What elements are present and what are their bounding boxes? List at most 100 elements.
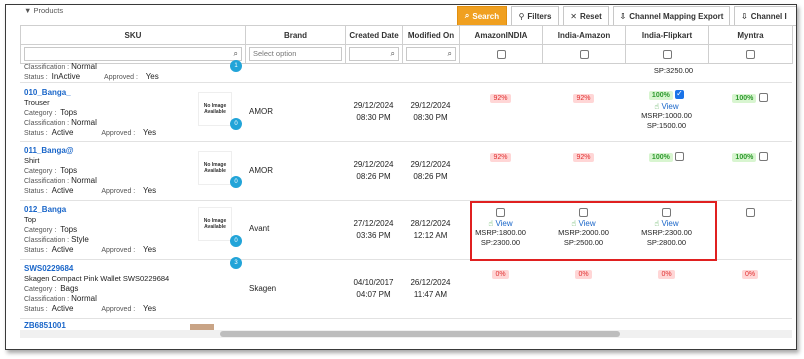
export-icon: ⇩ [619, 11, 627, 21]
search-button[interactable]: ⌕ Search [457, 6, 507, 26]
msrp-value: MSRP:1000.00 [641, 111, 692, 120]
classification-line: Classification : Normal [24, 62, 97, 71]
channel-mapping-export-label: Channel Mapping Export [629, 11, 724, 21]
created-date: 27/12/2024 03:36 PM [353, 219, 394, 240]
myntra-select-all-checkbox[interactable] [746, 49, 755, 59]
sku-link[interactable]: SWS0229684 [24, 264, 224, 273]
completeness-badge: 92% [490, 94, 511, 103]
amazonindia-cell: 92% [459, 93, 542, 103]
modified-on-filter-input[interactable]: ⌕ [406, 47, 456, 61]
channel-import-label: Channel I [750, 11, 787, 21]
sku-cell: 011_Banga@ Shirt Category : Tops Classif… [24, 146, 224, 203]
classification-line: Classification : Normal [24, 176, 97, 185]
product-image-placeholder[interactable]: No Image Available [198, 151, 232, 185]
products-breadcrumb: ▼ Products [24, 6, 64, 15]
image-count-badge[interactable]: 0 [230, 235, 242, 247]
products-table-header: SKU Brand Created Date Modified On Amazo… [20, 25, 793, 64]
column-header-amazonindia[interactable]: AmazonINDIA [459, 25, 543, 45]
amazonindia-cell: 92% [459, 152, 542, 162]
search-button-label: Search [472, 11, 500, 21]
myntra-listing-checkbox[interactable] [758, 152, 768, 162]
status-line: Status : InActive Approved : Yes [24, 72, 159, 81]
created-date: 29/12/2024 08:26 PM [353, 160, 394, 181]
category-line: Category : Bags [24, 284, 79, 293]
column-header-modified-on[interactable]: Modified On [402, 25, 460, 45]
category-line: Category : Tops [24, 108, 78, 117]
myntra-filter-cell [708, 44, 793, 64]
sku-link[interactable]: 010_Banga_ [24, 88, 224, 97]
created-date-filter-input[interactable]: ⌕ [349, 47, 399, 61]
category-line: Category : Tops [24, 166, 78, 175]
image-count-badge[interactable]: 0 [230, 118, 242, 130]
sku-link[interactable]: 012_Banga [24, 205, 224, 214]
sku-cell: SWS0229684 Skagen Compact Pink Wallet SW… [24, 264, 224, 321]
sku-cell: Classification : Normal Status : InActiv… [24, 61, 224, 81]
table-row[interactable]: Classification : Normal Status : InActiv… [20, 60, 792, 83]
channel-import-button[interactable]: ⇩ Channel I [734, 6, 796, 26]
reset-button-label: Reset [579, 11, 602, 21]
completeness-badge: 92% [573, 94, 594, 103]
india-flipkart-cell: 100% ☝ View MSRP:1000.00 SP:1500.00 [625, 89, 708, 131]
completeness-badge: 0% [741, 270, 759, 279]
modified-on: 29/12/2024 08:26 PM [410, 160, 451, 181]
completeness-badge: 100% [648, 153, 673, 162]
reset-icon: ✕ [570, 11, 577, 21]
india-flipkart-select-all-checkbox[interactable] [662, 49, 672, 59]
completeness-badge: 92% [573, 153, 594, 162]
india-amazon-filter-cell [542, 44, 626, 64]
myntra-listing-checkbox[interactable] [758, 93, 768, 103]
created-filter-cell: ⌕ [345, 44, 403, 64]
completeness-badge: 0% [575, 270, 592, 279]
product-image-placeholder[interactable]: No Image Available [198, 92, 232, 126]
flipkart-sp: SP:3250.00 [653, 66, 694, 75]
completeness-badge: 0% [492, 270, 509, 279]
column-header-myntra[interactable]: Myntra [708, 25, 793, 45]
brand-filter-select[interactable]: Select option [249, 47, 342, 61]
brand-value: AMOR [249, 166, 273, 175]
flipkart-listing-checkbox[interactable] [675, 89, 685, 100]
product-name: Shirt [24, 156, 40, 165]
completeness-badge: 92% [490, 153, 511, 162]
amazonindia-select-all-checkbox[interactable] [496, 49, 506, 59]
myntra-listing-checkbox[interactable] [745, 208, 755, 218]
product-name: Top [24, 215, 37, 224]
india-flipkart-cell: 0% [625, 269, 708, 279]
column-header-brand[interactable]: Brand [245, 25, 346, 45]
column-header-india-flipkart[interactable]: India-Flipkart [625, 25, 709, 45]
india-flipkart-cell: 100% [625, 152, 708, 162]
filter-icon: ⚲ [518, 11, 525, 21]
reset-button[interactable]: ✕ Reset [563, 6, 609, 26]
modified-on: 26/12/2024 11:47 AM [410, 278, 451, 299]
product-name: Trouser [24, 98, 50, 107]
column-header-india-amazon[interactable]: India-Amazon [542, 25, 626, 45]
view-link[interactable]: ☝ View [625, 102, 708, 111]
image-count-badge[interactable]: 1 [230, 60, 242, 72]
import-icon: ⇩ [741, 11, 748, 21]
column-header-created-date[interactable]: Created Date [345, 25, 403, 45]
brand-filter-cell: Select option [245, 44, 346, 64]
product-image-placeholder[interactable]: No Image Available [198, 207, 232, 241]
table-row[interactable]: 010_Banga_ Trouser Category : Tops Class… [20, 84, 792, 142]
column-header-sku[interactable]: SKU [20, 25, 246, 45]
sku-link[interactable]: 011_Banga@ [24, 146, 224, 155]
channel-mapping-export-button[interactable]: ⇩ Channel Mapping Export [613, 6, 730, 26]
amazonindia-cell: 0% [459, 269, 542, 279]
india-amazon-select-all-checkbox[interactable] [579, 49, 589, 59]
sku-filter-input[interactable]: ⌕ [24, 47, 242, 61]
image-count-badge[interactable]: 3 [230, 257, 242, 269]
sp-value: SP:1500.00 [646, 121, 687, 130]
flipkart-listing-checkbox[interactable] [675, 152, 685, 162]
horizontal-scrollbar-thumb[interactable] [220, 331, 620, 337]
image-count-badge[interactable]: 0 [230, 176, 242, 188]
filters-button[interactable]: ⚲ Filters [511, 6, 559, 26]
modified-on: 28/12/2024 12:12 AM [410, 219, 451, 240]
table-row[interactable]: 011_Banga@ Shirt Category : Tops Classif… [20, 143, 792, 201]
myntra-cell [708, 208, 792, 218]
completeness-badge: 100% [732, 94, 757, 103]
completeness-badge: 100% [732, 153, 757, 162]
table-row[interactable]: 3 SWS0229684 Skagen Compact Pink Wallet … [20, 257, 792, 321]
brand-value: AMOR [249, 107, 273, 116]
brand-value: Avant [249, 224, 270, 233]
product-name: Skagen Compact Pink Wallet SWS0229684 [24, 274, 170, 283]
sku-cell: 012_Banga Top Category : Tops Classifica… [24, 205, 224, 262]
